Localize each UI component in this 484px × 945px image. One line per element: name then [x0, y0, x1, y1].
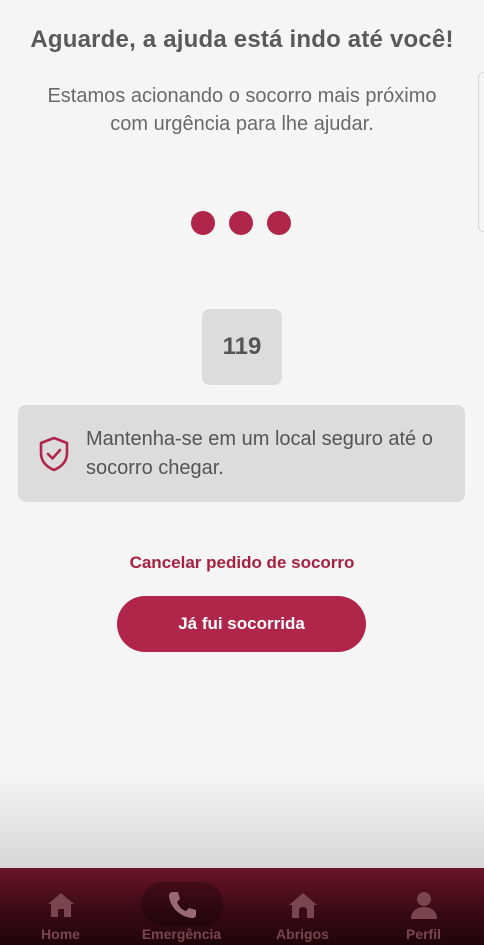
loading-dot — [267, 211, 291, 235]
phone-icon — [168, 892, 196, 918]
page-subtitle: Estamos acionando o socorro mais próximo… — [47, 85, 437, 135]
already-rescued-button[interactable]: Já fui socorrida — [117, 596, 366, 652]
nav-item-home[interactable]: Home — [0, 868, 121, 945]
bottom-fade — [0, 770, 484, 870]
nav-label: Abrigos — [276, 926, 329, 942]
safety-message-card: Mantenha-se em um local seguro até o soc… — [18, 405, 465, 502]
nav-item-profile[interactable]: Perfil — [363, 868, 484, 945]
loading-dot — [191, 211, 215, 235]
nav-item-shelters[interactable]: Abrigos — [242, 868, 363, 945]
emergency-number-badge: 119 — [202, 309, 282, 385]
shelter-icon — [288, 893, 317, 918]
home-icon — [47, 893, 74, 917]
safety-message-text: Mantenha-se em um local seguro até o soc… — [86, 427, 433, 479]
nav-label: Perfil — [405, 926, 441, 942]
nav-item-emergency[interactable]: Emergência — [121, 868, 242, 945]
side-handle[interactable] — [478, 72, 484, 232]
shield-check-icon — [39, 436, 69, 471]
loading-dot — [229, 211, 253, 235]
nav-label: Emergência — [141, 926, 222, 942]
nav-label: Home — [41, 926, 80, 942]
user-icon — [410, 892, 437, 919]
bottom-navigation: Home Emergência Abrigos Perfil — [0, 868, 484, 945]
loading-indicator — [191, 211, 291, 235]
cancel-request-link[interactable]: Cancelar pedido de socorro — [0, 553, 484, 573]
page-title: Aguarde, a ajuda está indo até você! — [30, 26, 454, 53]
